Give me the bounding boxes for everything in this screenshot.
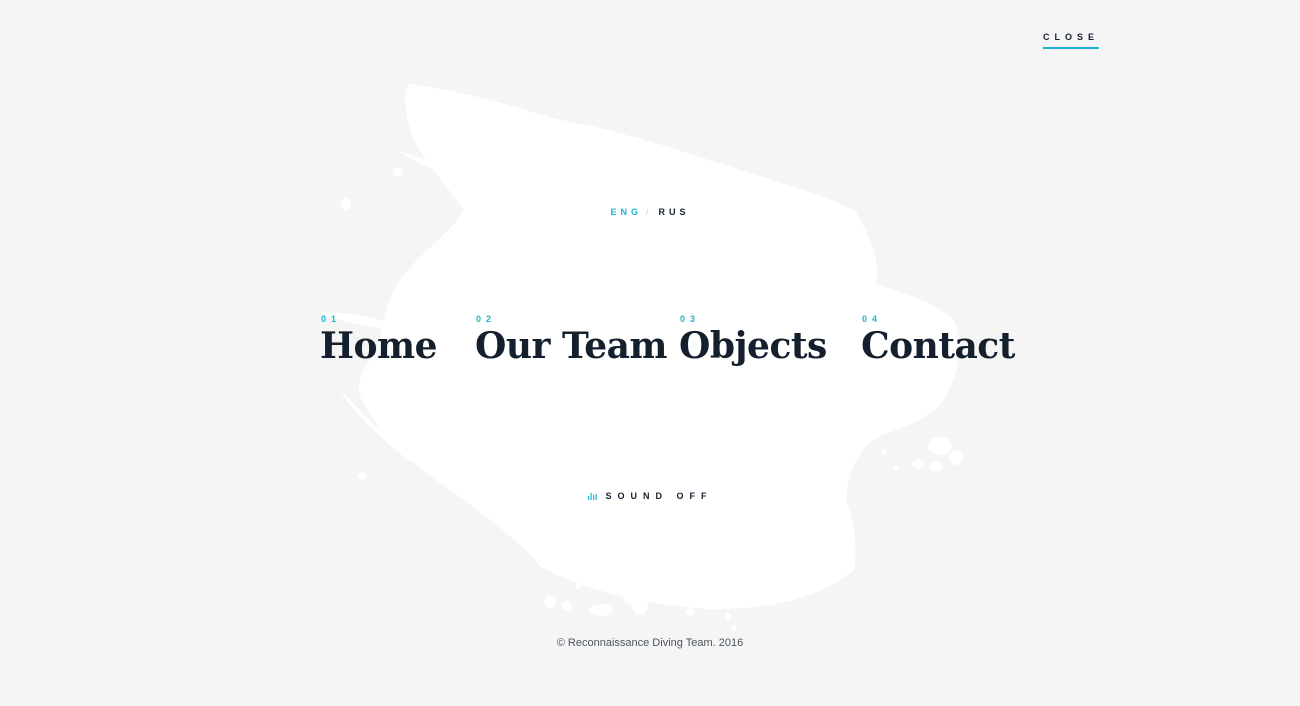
footer-copyright: © Reconnaissance Diving Team. 2016 (556, 637, 744, 649)
nav-item-label[interactable]: Contact (861, 326, 1015, 366)
sound-toggle[interactable]: SOUND OFF (0, 490, 1300, 502)
language-switcher: ENG / RUS (0, 207, 1300, 217)
nav-item-label[interactable]: Our Team (475, 326, 668, 366)
nav-item-number: 02 (476, 314, 497, 324)
nav-item-number: 03 (680, 314, 701, 324)
sound-toggle-label: SOUND OFF (605, 491, 713, 501)
nav-item-objects[interactable]: 03 Objects (679, 314, 827, 366)
language-rus-link[interactable]: RUS (659, 207, 690, 217)
language-separator: / (645, 207, 653, 217)
nav-item-our-team[interactable]: 02 Our Team (475, 314, 668, 366)
nav-item-label[interactable]: Objects (679, 326, 827, 366)
language-eng-link[interactable]: ENG (610, 207, 642, 217)
nav-item-label[interactable]: Home (320, 326, 438, 366)
nav-item-number: 04 (862, 314, 883, 324)
nav-item-contact[interactable]: 04 Contact (861, 314, 1015, 366)
nav-item-number: 01 (321, 314, 342, 324)
nav-item-home[interactable]: 01 Home (320, 314, 438, 366)
close-button[interactable]: CLOSE (1043, 32, 1100, 49)
sound-bars-icon (587, 493, 597, 500)
